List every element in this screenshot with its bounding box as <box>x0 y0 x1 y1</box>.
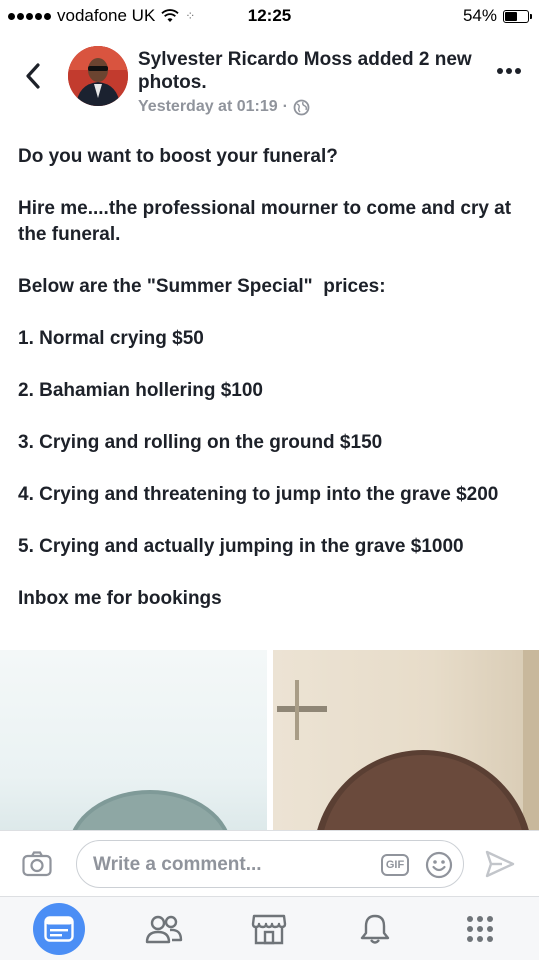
nav-friends[interactable] <box>134 901 194 957</box>
post-paragraph: 2. Bahamian hollering $100 <box>18 380 263 401</box>
post-paragraph: Hire me....the professional mourner to c… <box>18 198 517 245</box>
post-body: Do you want to boost your funeral? Hire … <box>18 144 523 638</box>
photo-1-image <box>72 790 228 830</box>
carrier-name: vodafone UK <box>57 6 156 25</box>
post-paragraph: Do you want to boost your funeral? <box>18 146 338 167</box>
photo-2[interactable] <box>272 650 539 830</box>
post-author-line[interactable]: Sylvester Ricardo Moss added 2 new photo… <box>138 48 478 94</box>
friends-icon <box>145 915 183 943</box>
post-paragraph: 1. Normal crying $50 <box>18 328 204 349</box>
nav-active-indicator <box>32 902 85 955</box>
post-paragraph: 3. Crying and rolling on the ground $150 <box>18 432 383 453</box>
status-bar: vodafone UK ⁘ 12:25 54% <box>0 0 539 32</box>
signal-strength-icon <box>8 12 51 20</box>
news-feed-icon <box>43 915 74 942</box>
menu-icon <box>467 915 494 942</box>
chevron-left-icon <box>26 63 40 89</box>
status-right: 54% <box>462 6 532 26</box>
gif-button[interactable]: GIF <box>381 854 409 876</box>
status-left: vodafone UK ⁘ <box>8 6 195 26</box>
profile-photo <box>68 46 128 106</box>
comment-input[interactable]: Write a comment... GIF <box>76 840 464 888</box>
nav-notifications[interactable] <box>345 901 405 957</box>
notifications-icon <box>360 914 390 944</box>
post-paragraph: Inbox me for bookings <box>18 588 222 609</box>
comment-placeholder: Write a comment... <box>93 854 262 875</box>
post-meta: Yesterday at 01:19 · <box>138 98 310 116</box>
more-options-button[interactable] <box>497 68 521 74</box>
battery-icon <box>503 9 532 23</box>
back-button[interactable] <box>18 58 48 94</box>
globe-icon <box>293 99 310 115</box>
post-paragraph: 4. Crying and threatening to jump into t… <box>18 484 499 505</box>
comment-bar: Write a comment... GIF <box>0 830 539 896</box>
wifi-icon <box>161 9 179 22</box>
post-paragraph: 5. Crying and actually jumping in the gr… <box>18 536 464 557</box>
send-icon[interactable] <box>484 849 516 879</box>
photo-grid <box>0 650 539 830</box>
marketplace-icon <box>252 914 287 944</box>
photo-2-image <box>276 650 539 830</box>
activity-indicator-icon: ⁘ <box>185 9 196 23</box>
post-timestamp[interactable]: Yesterday at 01:19 <box>138 98 278 116</box>
avatar[interactable] <box>68 46 128 106</box>
battery-percent: 54% <box>462 6 497 25</box>
emoji-icon[interactable] <box>425 851 453 879</box>
meta-separator: · <box>282 98 288 115</box>
post-header: Sylvester Ricardo Moss added 2 new photo… <box>0 40 539 120</box>
nav-marketplace[interactable] <box>239 901 299 957</box>
status-time: 12:25 <box>247 6 292 25</box>
nav-menu[interactable] <box>450 901 510 957</box>
nav-news-feed[interactable] <box>29 901 89 957</box>
camera-icon[interactable] <box>22 851 52 877</box>
post-paragraph: Below are the "Summer Special" prices: <box>18 276 386 297</box>
photo-1[interactable] <box>0 650 267 830</box>
bottom-nav <box>0 896 539 960</box>
